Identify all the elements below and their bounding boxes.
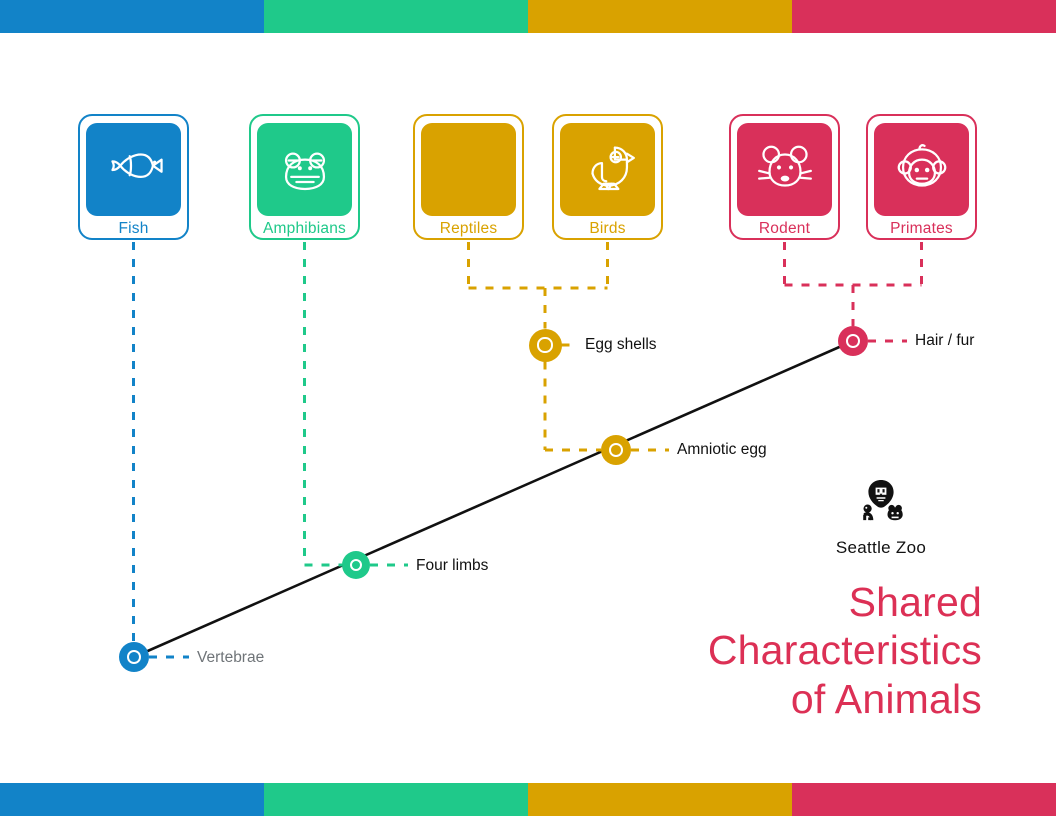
node-ring: [127, 650, 141, 664]
category-card-fish[interactable]: Fish: [78, 114, 189, 240]
bottom-bar-segment-3: [528, 783, 792, 816]
milestone-label: Vertebrae: [197, 649, 265, 666]
milestone-label: Hair / fur: [915, 332, 975, 349]
milestone-node-four-limbs[interactable]: [342, 551, 370, 579]
milestone-node-vertebrae[interactable]: [119, 642, 149, 672]
node-ring: [537, 337, 553, 353]
category-card-primates[interactable]: Primates: [866, 114, 977, 240]
category-card-label: Primates: [890, 220, 953, 237]
fish-icon: [86, 123, 181, 216]
milestone-node-hair-fur[interactable]: [838, 326, 868, 356]
node-ring: [846, 334, 860, 348]
top-bar-segment-1: [0, 0, 264, 33]
frog-face-icon: [257, 123, 352, 216]
page-title: Shared Characteristics of Animals: [422, 578, 982, 723]
category-card-label: Rodent: [758, 220, 811, 237]
bottom-bar-segment-2: [264, 783, 528, 816]
category-card-birds[interactable]: Birds: [552, 114, 663, 240]
top-bar-segment-3: [528, 0, 792, 33]
milestone-label: Four limbs: [416, 557, 489, 574]
top-bar-segment-4: [792, 0, 1056, 33]
page-title-line-3: of Animals: [790, 675, 982, 722]
category-card-label: Fish: [118, 220, 149, 237]
top-bar-segment-2: [264, 0, 528, 33]
category-card-label: Amphibians: [263, 220, 346, 237]
category-card-amphibians[interactable]: Amphibians: [249, 114, 360, 240]
node-ring: [609, 443, 623, 457]
bottom-bar-segment-4: [792, 783, 1056, 816]
infographic-poster: Fish Amphibians Reptiles Birds Rodent Pri…: [0, 0, 1056, 816]
milestone-label: Egg shells: [585, 336, 657, 353]
page-title-line-1: Shared: [848, 579, 982, 625]
page-title-line-2: Characteristics: [707, 627, 982, 674]
bottom-bar-segment-1: [0, 783, 264, 816]
category-card-reptiles[interactable]: Reptiles: [413, 114, 524, 240]
mouse-face-icon: [737, 123, 832, 216]
brand-name: Seattle Zoo: [835, 538, 927, 557]
blank-icon: [421, 123, 516, 216]
top-color-bar: [0, 0, 1056, 33]
milestone-node-egg-shells[interactable]: [528, 328, 562, 362]
brand-block: Seattle Zoo: [780, 476, 982, 558]
milestone-label: Amniotic egg: [677, 441, 767, 458]
monkey-face-icon: [874, 123, 969, 216]
bird-icon: [560, 123, 655, 216]
category-card-rodent[interactable]: Rodent: [729, 114, 840, 240]
category-card-label: Birds: [589, 220, 626, 237]
category-card-label: Reptiles: [439, 220, 498, 237]
bottom-color-bar: [0, 783, 1056, 816]
seattle-zoo-lion-logo: [863, 480, 903, 521]
milestone-node-amniotic-egg[interactable]: [601, 435, 631, 465]
node-ring: [349, 558, 363, 572]
